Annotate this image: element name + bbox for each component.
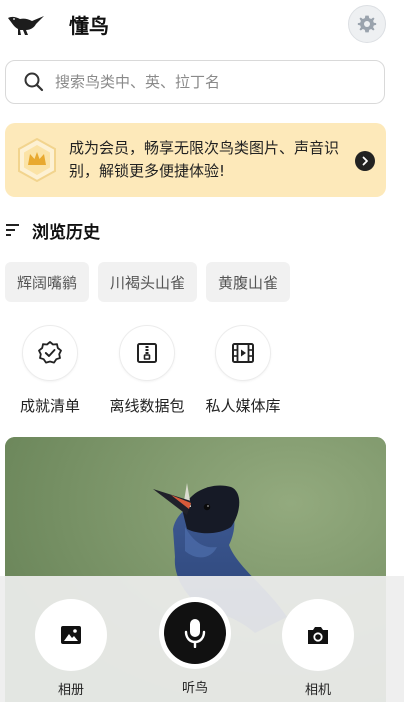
tool-label: 离线数据包 [109, 397, 185, 415]
search-bar[interactable] [5, 60, 385, 104]
camera-button[interactable]: 相机 [282, 599, 354, 698]
bird-logo-icon [8, 16, 44, 35]
achievement-list-button[interactable]: 成就清单 [14, 325, 86, 416]
bottom-action-bar: 相册 听鸟 相机 [0, 576, 404, 702]
camera-label: 相机 [304, 683, 331, 698]
camera-icon [308, 627, 328, 644]
listen-label: 听鸟 [181, 681, 208, 696]
gear-icon [357, 15, 377, 33]
media-library-icon [232, 343, 254, 363]
history-chip[interactable]: 黄腹山雀 [206, 262, 291, 302]
album-button[interactable]: 相册 [35, 599, 107, 698]
app-title: 懂鸟 [69, 14, 109, 38]
vip-banner[interactable]: 成为会员，畅享无限次鸟类图片、声音识别，解锁更多便捷体验! [5, 123, 386, 197]
offline-package-icon [137, 343, 157, 363]
history-chip[interactable]: 辉阔嘴鹟 [5, 262, 90, 302]
media-library-button[interactable]: 私人媒体库 [198, 325, 288, 416]
history-header: 浏览历史 [6, 217, 100, 243]
app-header: 懂鸟 [0, 0, 404, 50]
vip-banner-text: 成为会员，畅享无限次鸟类图片、声音识别，解锁更多便捷体验! [69, 139, 340, 180]
sort-lines-icon [6, 224, 19, 236]
settings-button[interactable] [348, 5, 386, 43]
chevron-right-icon[interactable] [355, 151, 375, 171]
history-title: 浏览历史 [32, 222, 100, 243]
album-label: 相册 [57, 683, 84, 698]
tool-label: 私人媒体库 [205, 397, 281, 415]
search-icon [24, 72, 44, 92]
microphone-icon [184, 619, 206, 648]
search-input[interactable] [55, 73, 355, 91]
history-list: 辉阔嘴鹟 川褐头山雀 黄腹山雀 [5, 262, 291, 302]
crown-badge-icon [18, 138, 56, 182]
image-icon [61, 626, 81, 644]
achievement-badge-icon [38, 341, 62, 364]
tool-shortcuts: 成就清单 离线数据包 私人媒体库 [0, 325, 404, 415]
tool-label: 成就清单 [19, 397, 80, 415]
history-chip[interactable]: 川褐头山雀 [98, 262, 198, 302]
listen-button[interactable]: 听鸟 [159, 597, 231, 696]
offline-package-button[interactable]: 离线数据包 [102, 325, 192, 416]
